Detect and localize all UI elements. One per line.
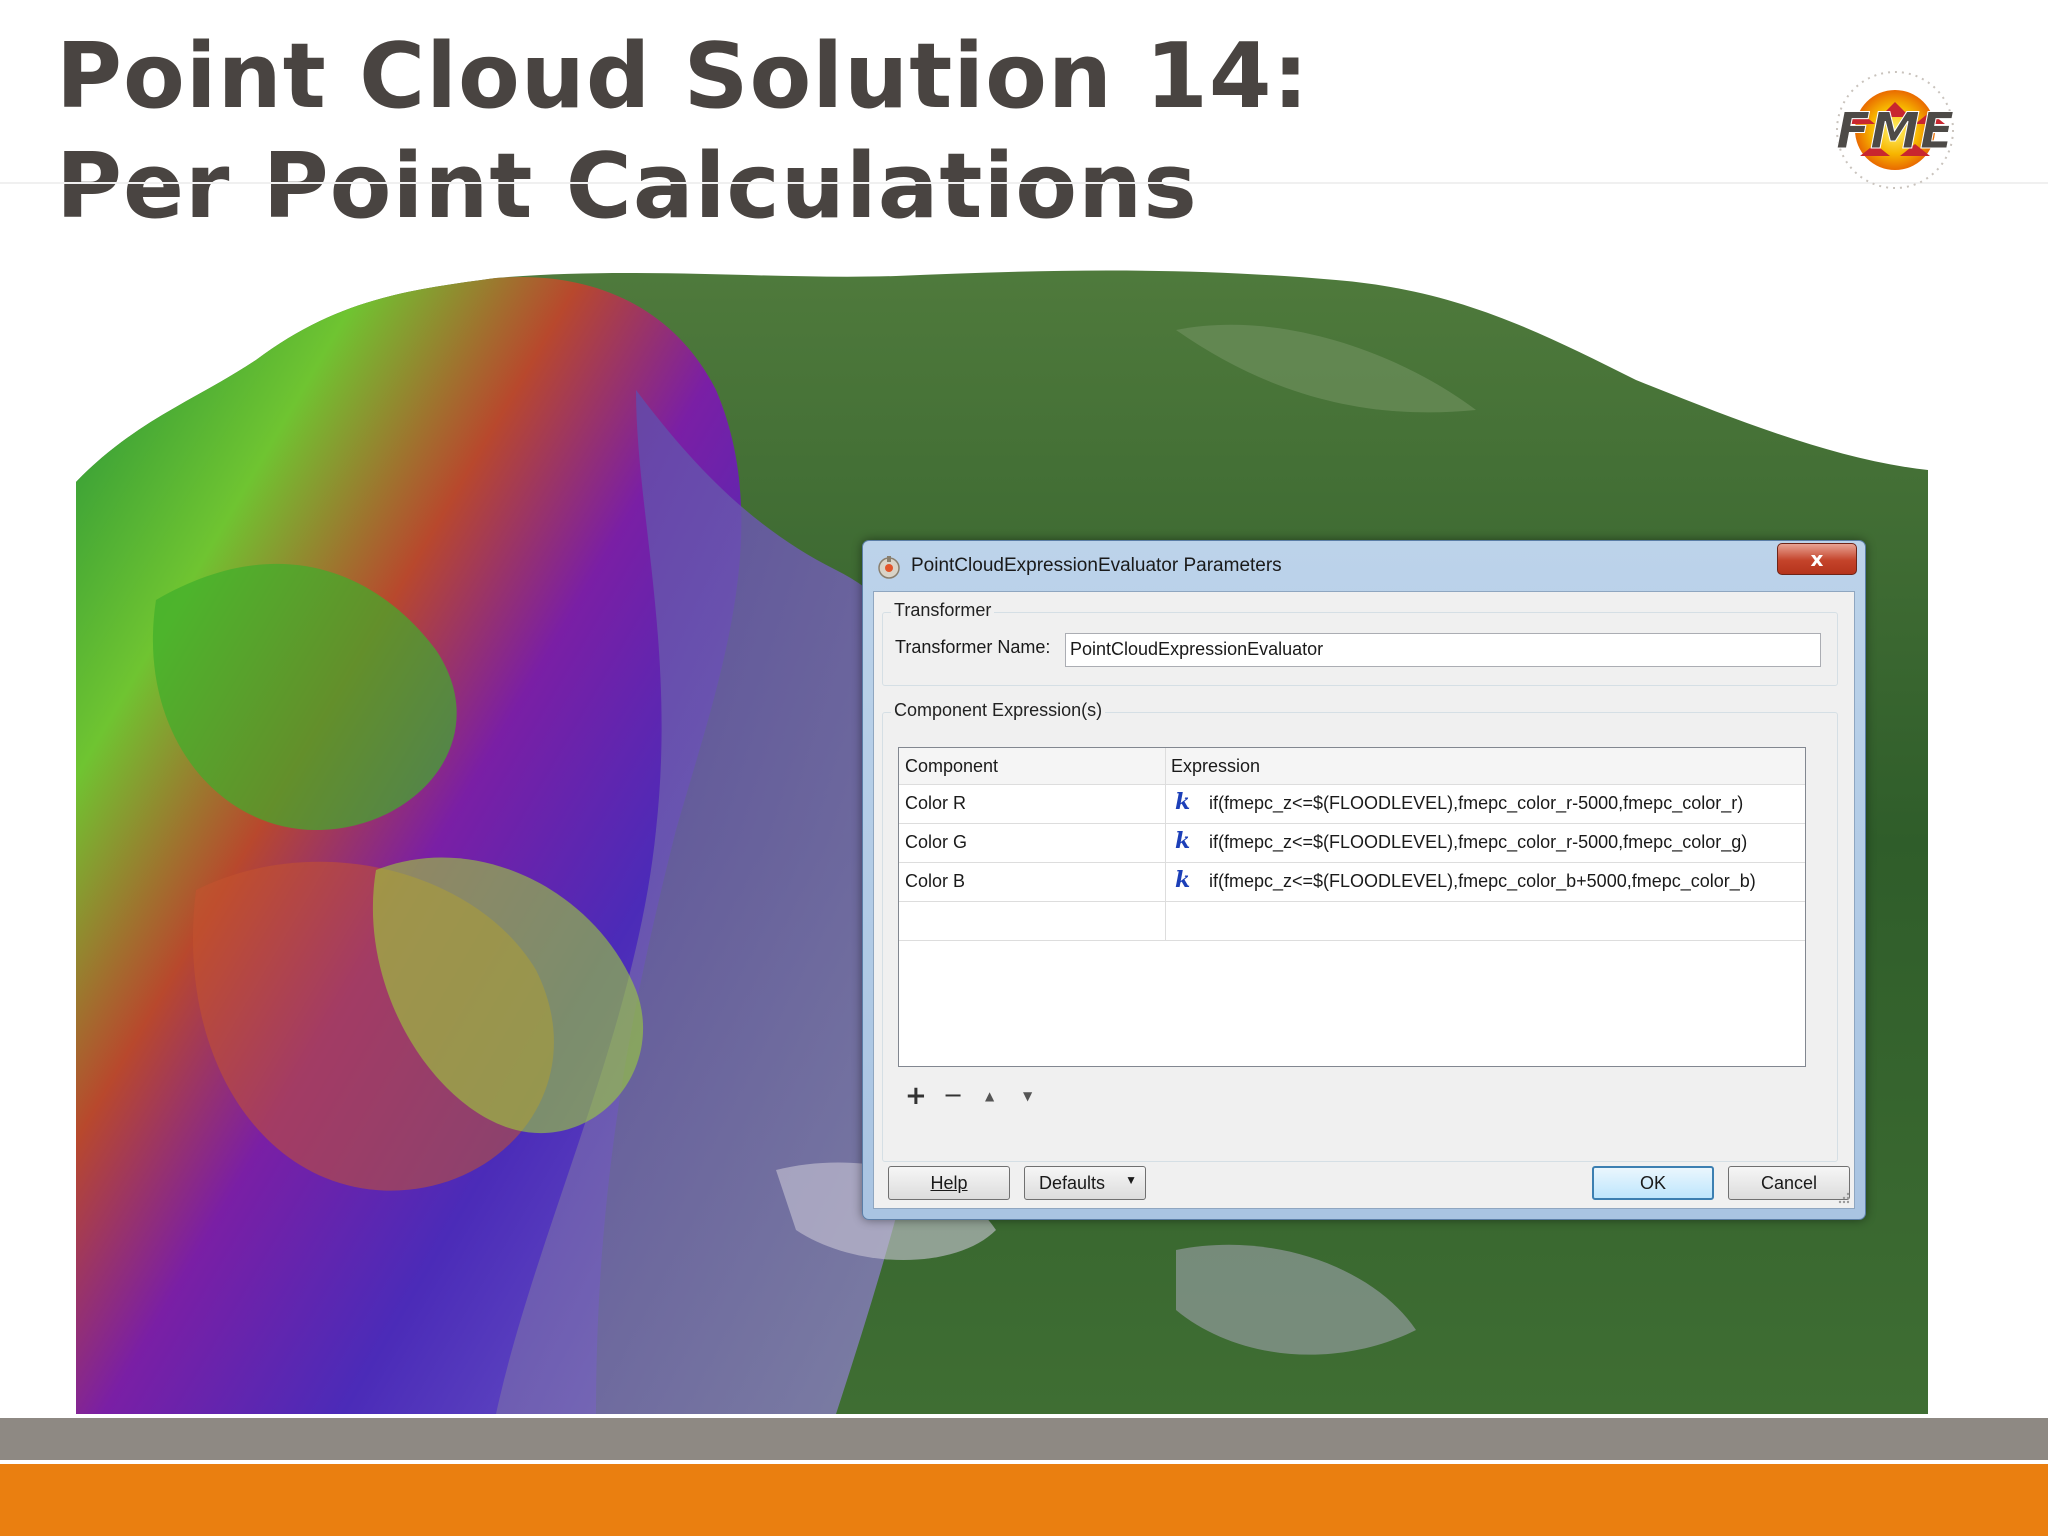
title-divider <box>0 182 2048 184</box>
help-button[interactable]: Help <box>888 1166 1010 1200</box>
close-button[interactable]: x <box>1777 543 1857 575</box>
fme-logo-icon: FME <box>1835 71 1955 189</box>
row-expression[interactable]: if(fmepc_z<=$(FLOODLEVEL),fmepc_color_b+… <box>1203 871 1756 892</box>
transformer-groupbox: Transformer Transformer Name: PointCloud… <box>882 600 1838 686</box>
defaults-button-label: Defaults <box>1039 1172 1106 1193</box>
remove-row-button[interactable]: − <box>943 1081 963 1109</box>
slide-title-line-1: Point Cloud Solution 14: <box>56 24 1310 129</box>
slide-title-line-2: Per Point Calculations <box>56 134 1198 239</box>
expressions-group-legend: Component Expression(s) <box>891 700 1106 721</box>
footer-gray-bar <box>0 1418 2048 1460</box>
logo-text: FME <box>1836 102 1954 160</box>
transformer-group-legend: Transformer <box>891 600 995 621</box>
table-row-empty[interactable] <box>899 902 1805 940</box>
expression-editor-icon[interactable]: k <box>1175 828 1190 854</box>
help-button-label: Help <box>930 1172 968 1193</box>
expressions-table: Component Expression Color R k if(fmepc_… <box>898 747 1806 1067</box>
column-header-component[interactable]: Component <box>899 748 1165 784</box>
cancel-button[interactable]: Cancel <box>1728 1166 1850 1200</box>
chevron-down-icon: ▼ <box>1125 1173 1137 1187</box>
ok-button[interactable]: OK <box>1592 1166 1714 1200</box>
dialog-client-area: Transformer Transformer Name: PointCloud… <box>873 591 1855 1209</box>
expressions-groupbox: Component Expression(s) Component Expres… <box>882 700 1838 1162</box>
transformer-name-field[interactable]: PointCloudExpressionEvaluator <box>1065 633 1821 667</box>
expression-editor-icon[interactable]: k <box>1175 789 1190 815</box>
row-component: Color R <box>905 793 967 813</box>
dialog-titlebar[interactable]: PointCloudExpressionEvaluator Parameters… <box>863 541 1865 591</box>
row-component: Color B <box>905 871 966 891</box>
expression-editor-icon[interactable]: k <box>1175 867 1190 893</box>
defaults-button[interactable]: Defaults ▼ <box>1024 1166 1146 1200</box>
transformer-app-icon <box>878 556 900 579</box>
add-row-button[interactable]: + <box>905 1081 927 1111</box>
table-row[interactable]: Color R k if(fmepc_z<=$(FLOODLEVEL),fmep… <box>899 785 1805 823</box>
row-expression[interactable]: if(fmepc_z<=$(FLOODLEVEL),fmepc_color_r-… <box>1203 793 1743 814</box>
slide-title: Point Cloud Solution 14: Per Point Calcu… <box>56 22 1310 242</box>
transformer-name-label: Transformer Name: <box>895 637 1051 657</box>
dialog-title: PointCloudExpressionEvaluator Parameters <box>911 555 1282 576</box>
column-header-expression[interactable]: Expression <box>1165 748 1805 784</box>
row-component: Color G <box>905 832 968 852</box>
table-row[interactable]: Color G k if(fmepc_z<=$(FLOODLEVEL),fmep… <box>899 824 1805 862</box>
move-up-button[interactable]: ▲ <box>985 1089 994 1103</box>
footer-orange-bar <box>0 1464 2048 1536</box>
resize-grip-icon[interactable] <box>1836 1190 1850 1204</box>
table-row[interactable]: Color B k if(fmepc_z<=$(FLOODLEVEL),fmep… <box>899 863 1805 901</box>
parameters-dialog: PointCloudExpressionEvaluator Parameters… <box>862 540 1866 1220</box>
row-expression[interactable]: if(fmepc_z<=$(FLOODLEVEL),fmepc_color_r-… <box>1203 832 1747 853</box>
move-down-button[interactable]: ▼ <box>1023 1089 1032 1103</box>
